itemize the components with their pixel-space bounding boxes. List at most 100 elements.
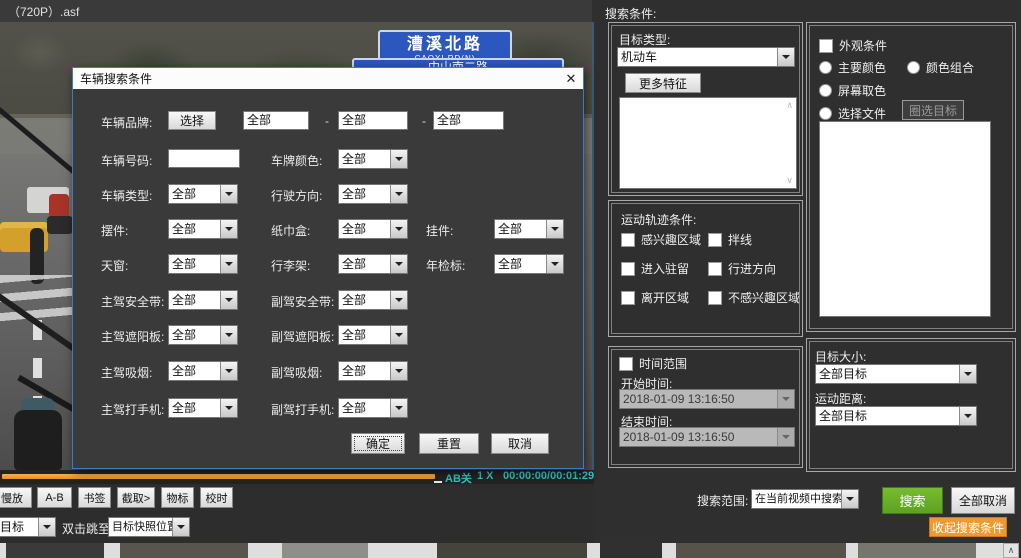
search-panel-title: 搜索条件: xyxy=(605,5,656,22)
dialog-field-select[interactable]: 全部 xyxy=(338,325,408,345)
chevron-down-icon xyxy=(390,185,407,203)
chevron-down-icon xyxy=(220,399,237,417)
chevron-down-icon xyxy=(172,518,189,536)
chevron-down-icon xyxy=(390,291,407,309)
video-thumbnail[interactable] xyxy=(676,543,846,558)
dialog-field-label: 年检标: xyxy=(426,257,465,274)
trajectory-checkbox-label: 拌线 xyxy=(728,231,752,248)
reset-button[interactable]: 重置 xyxy=(419,433,479,454)
dialog-field-select-value: 全部 xyxy=(495,255,546,273)
chevron-down-icon xyxy=(220,362,237,380)
chevron-down-icon xyxy=(777,428,794,446)
video-thumbnail[interactable] xyxy=(858,543,976,558)
ab-repeat-status[interactable]: AB关 xyxy=(445,470,472,486)
radio-main-color-label: 主要颜色 xyxy=(838,59,886,76)
motorcycle xyxy=(14,410,62,470)
dialog-field-select-value: 全部 xyxy=(339,326,390,344)
dialog-field-select[interactable]: 全部 xyxy=(338,149,408,169)
dialog-field-select[interactable]: 全部 xyxy=(338,184,408,204)
dialog-field-select[interactable]: 全部 xyxy=(168,254,238,274)
player-button-3[interactable]: 书签 xyxy=(78,487,111,508)
circle-target-button: 圈选目标 xyxy=(902,100,964,120)
dialog-field-select-value: 全部 xyxy=(339,362,390,380)
radio-color-combo[interactable]: 颜色组合 xyxy=(907,59,974,76)
ok-button[interactable]: 确定 xyxy=(351,433,405,454)
jump-target-select[interactable]: 目标快照位置 xyxy=(108,517,190,537)
dialog-field-select[interactable]: 全部 xyxy=(338,219,408,239)
dialog-field-select[interactable]: 全部 xyxy=(338,254,408,274)
collapse-search-button[interactable]: 收起搜索条件 xyxy=(929,517,1007,537)
video-thumbnail[interactable] xyxy=(600,543,662,558)
dialog-field-select[interactable]: 全部 xyxy=(168,398,238,418)
dialog-field-select[interactable]: 全部 xyxy=(168,219,238,239)
trajectory-checkbox-1[interactable]: 感兴趣区域 xyxy=(621,231,701,248)
dialog-field-label: 副驾安全带: xyxy=(271,293,334,310)
search-button[interactable]: 搜索 xyxy=(882,487,943,514)
radio-screen-pick[interactable]: 屏幕取色 xyxy=(819,82,886,99)
dialog-field-select[interactable]: 全部 xyxy=(494,219,564,239)
radio-main-color[interactable]: 主要颜色 xyxy=(819,59,886,76)
scroll-up-icon[interactable]: ∧ xyxy=(786,101,793,110)
playback-speed: 1 X xyxy=(477,470,494,482)
trajectory-checkbox-4[interactable]: 行进方向 xyxy=(708,260,776,277)
color-preview-box xyxy=(819,121,991,317)
radio-icon xyxy=(819,84,832,97)
time-range-group: 时间范围 开始时间: 2018-01-09 13:16:50 结束时间: 201… xyxy=(608,346,803,468)
cancel-all-button[interactable]: 全部取消 xyxy=(951,487,1015,514)
dialog-field-select[interactable]: 全部 xyxy=(494,254,564,274)
player-button-6[interactable]: 校时 xyxy=(200,487,233,508)
time-range-checkbox[interactable]: 时间范围 xyxy=(619,355,687,372)
dialog-field-select[interactable]: 全部 xyxy=(338,398,408,418)
video-titlebar: （720P）.asf xyxy=(0,0,592,22)
motion-distance-select[interactable]: 全部目标 xyxy=(815,406,977,426)
player-button-1[interactable]: 慢放 xyxy=(0,487,32,508)
dialog-field-select[interactable]: 全部 xyxy=(168,290,238,310)
more-features-button[interactable]: 更多特征 xyxy=(625,73,701,93)
dialog-field-select[interactable]: 全部 xyxy=(338,290,408,310)
trajectory-checkbox-5[interactable]: 离开区域 xyxy=(621,289,689,306)
trajectory-checkbox-3[interactable]: 进入驻留 xyxy=(621,260,689,277)
dialog-field-select-value: 全部 xyxy=(339,150,390,168)
dialog-field-select-value: 全部 xyxy=(339,220,390,238)
player-button-2[interactable]: A-B xyxy=(37,487,72,508)
search-scope-select[interactable]: 在当前视频中搜索 xyxy=(751,489,859,509)
show-target-select[interactable]: 示目标 xyxy=(0,517,56,537)
cancel-button[interactable]: 取消 xyxy=(491,433,549,454)
appearance-checkbox[interactable]: 外观条件 xyxy=(819,37,887,54)
target-type-select[interactable]: 机动车 xyxy=(617,47,795,67)
video-thumbnail[interactable] xyxy=(437,543,587,558)
chevron-down-icon xyxy=(777,390,794,408)
dialog-field-select[interactable]: 全部 xyxy=(338,361,408,381)
feature-listbox[interactable]: ∧ ∨ xyxy=(619,97,797,189)
scroll-up-button[interactable]: ∧ xyxy=(1003,543,1019,558)
video-thumbnail[interactable] xyxy=(120,543,248,558)
vehicle-number-input[interactable] xyxy=(168,149,240,168)
checkbox-icon xyxy=(708,262,722,276)
trajectory-checkbox-6[interactable]: 不感兴趣区域 xyxy=(708,289,800,306)
scroll-down-icon[interactable]: ∨ xyxy=(786,176,793,185)
dialog-field-label: 主驾打手机: xyxy=(101,401,164,418)
dialog-field-select[interactable]: 全部 xyxy=(168,325,238,345)
playback-progress-bar[interactable] xyxy=(2,474,435,479)
dialog-field-label: 车牌颜色: xyxy=(271,152,322,169)
trajectory-checkbox-label: 感兴趣区域 xyxy=(641,231,701,248)
player-button-5[interactable]: 物标 xyxy=(161,487,194,508)
target-size-select[interactable]: 全部目标 xyxy=(815,364,977,384)
dialog-field-label: 主驾遮阳板: xyxy=(101,328,164,345)
playback-cursor[interactable] xyxy=(434,481,442,483)
radio-choose-file[interactable]: 选择文件 xyxy=(819,105,886,122)
chevron-down-icon xyxy=(220,326,237,344)
chevron-down-icon xyxy=(959,365,976,383)
video-thumbnail[interactable] xyxy=(6,543,104,558)
video-thumbnail[interactable] xyxy=(282,543,368,558)
dialog-field-select-value: 全部 xyxy=(339,185,390,203)
chevron-down-icon xyxy=(841,490,858,508)
chevron-down-icon xyxy=(38,518,55,536)
video-filename: （720P）.asf xyxy=(0,3,79,20)
trajectory-checkbox-2[interactable]: 拌线 xyxy=(708,231,752,248)
player-button-4[interactable]: 截取> xyxy=(117,487,155,508)
dialog-field-select-value: 全部 xyxy=(169,291,220,309)
double-click-jump-label: 双击跳至: xyxy=(62,520,113,537)
dialog-field-select[interactable]: 全部 xyxy=(168,184,238,204)
dialog-field-select[interactable]: 全部 xyxy=(168,361,238,381)
